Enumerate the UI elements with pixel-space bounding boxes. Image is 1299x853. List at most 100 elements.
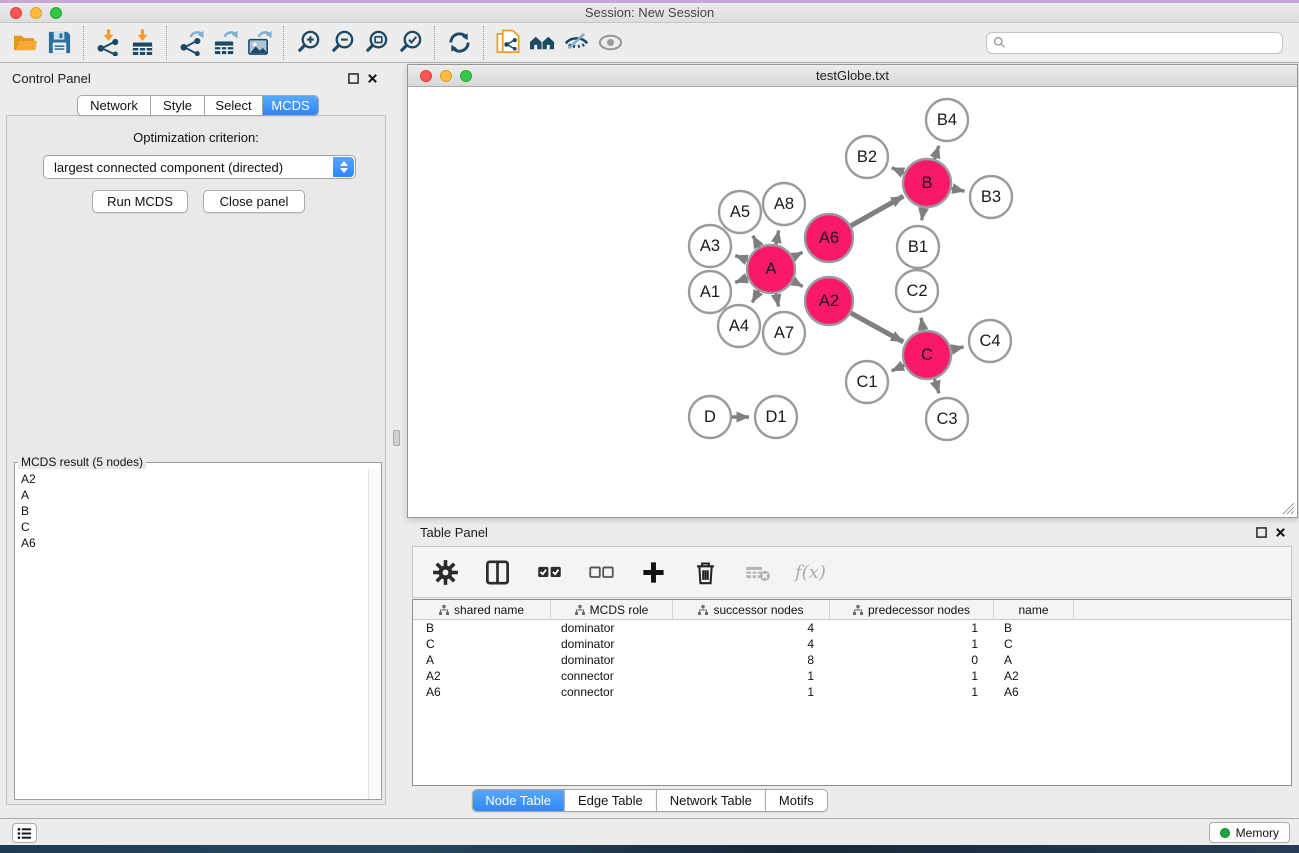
graph-edge-C-C4[interactable] [951, 347, 963, 350]
graph-node-A3[interactable]: A3 [689, 225, 731, 267]
tab-network[interactable]: Network [78, 96, 150, 115]
close-window-button[interactable] [10, 7, 22, 19]
graph-node-A1[interactable]: A1 [689, 271, 731, 313]
export-table-button[interactable] [208, 27, 242, 59]
search-input[interactable] [1006, 36, 1276, 50]
minimize-window-button[interactable] [30, 7, 42, 19]
graph-node-B3[interactable]: B3 [970, 176, 1012, 218]
column-header-name[interactable]: name [994, 600, 1074, 620]
graph-node-C3[interactable]: C3 [926, 398, 968, 440]
network-zoom-button[interactable] [460, 70, 472, 82]
tab-mcds[interactable]: MCDS [262, 96, 318, 115]
panel-divider-grip[interactable] [393, 430, 400, 446]
graph-edge-C-C2[interactable] [921, 318, 923, 331]
memory-button[interactable]: Memory [1209, 822, 1290, 843]
open-session-button[interactable] [8, 27, 42, 59]
table-row[interactable]: Bdominator41B [413, 620, 1291, 636]
graph-edge-B-B1[interactable] [922, 208, 924, 221]
column-header-shared-name[interactable]: shared name [413, 600, 551, 620]
refresh-layout-button[interactable] [442, 27, 476, 59]
graph-node-A8[interactable]: A8 [763, 183, 805, 225]
apply-function-button[interactable]: f(x) [795, 562, 826, 583]
zoom-fit-button[interactable] [359, 27, 393, 59]
table-row[interactable]: A6connector11A6 [413, 684, 1291, 700]
select-all-checks-button[interactable] [535, 556, 563, 588]
column-header-successor-nodes[interactable]: successor nodes [673, 600, 830, 620]
mcds-result-list[interactable]: A2ABCA6 [15, 469, 381, 551]
graph-edge-C-C1[interactable] [892, 365, 905, 371]
new-network-from-selection-button[interactable] [491, 27, 525, 59]
network-close-button[interactable] [420, 70, 432, 82]
graph-edge-B-B3[interactable] [951, 188, 964, 191]
delete-table-button[interactable] [743, 556, 771, 588]
graph-node-A5[interactable]: A5 [719, 191, 761, 233]
tab-motifs[interactable]: Motifs [765, 790, 827, 811]
export-network-button[interactable] [174, 27, 208, 59]
tab-style[interactable]: Style [150, 96, 204, 115]
zoom-out-button[interactable] [325, 27, 359, 59]
graph-edge-A-A7[interactable] [776, 293, 779, 306]
import-table-button[interactable] [125, 27, 159, 59]
search-field[interactable] [986, 32, 1283, 54]
add-column-button[interactable] [639, 556, 667, 588]
graph-node-A4[interactable]: A4 [718, 305, 760, 347]
column-settings-button[interactable] [431, 556, 459, 588]
mcds-result-item[interactable]: A [21, 487, 381, 503]
graph-node-A[interactable]: A [747, 245, 795, 293]
column-header-predecessor-nodes[interactable]: predecessor nodes [830, 600, 994, 620]
graph-edge-A-A3[interactable] [735, 256, 747, 261]
close-panel-button[interactable]: Close panel [203, 190, 305, 213]
graph-node-B1[interactable]: B1 [897, 226, 939, 268]
graph-edge-A2-C[interactable] [851, 313, 903, 342]
graph-node-C[interactable]: C [903, 331, 951, 379]
export-image-button[interactable] [242, 27, 276, 59]
result-scrollbar[interactable] [368, 469, 381, 799]
tab-node-table[interactable]: Node Table [472, 790, 564, 811]
graph-node-C4[interactable]: C4 [969, 320, 1011, 362]
deselect-checks-button[interactable] [587, 556, 615, 588]
split-view-button[interactable] [483, 556, 511, 588]
graph-edge-A-A8[interactable] [776, 230, 779, 244]
zoom-window-button[interactable] [50, 7, 62, 19]
run-mcds-button[interactable]: Run MCDS [92, 190, 188, 213]
toggle-details-button[interactable] [593, 27, 627, 59]
graph-node-A2[interactable]: A2 [805, 277, 853, 325]
resize-grip-icon[interactable] [1282, 502, 1295, 515]
graph-edge-A-A6[interactable] [793, 252, 802, 257]
graph-edge-A6-B[interactable] [851, 196, 904, 226]
graph-node-B2[interactable]: B2 [846, 136, 888, 178]
float-panel-icon[interactable] [348, 73, 359, 84]
graph-edge-A-A5[interactable] [753, 236, 759, 247]
zoom-selected-button[interactable] [393, 27, 427, 59]
column-header-MCDS-role[interactable]: MCDS role [551, 600, 673, 620]
graph-edge-A-A2[interactable] [793, 281, 803, 286]
save-session-button[interactable] [42, 27, 76, 59]
tab-edge-table[interactable]: Edge Table [564, 790, 656, 811]
import-network-button[interactable] [91, 27, 125, 59]
network-window-titlebar[interactable]: testGlobe.txt [408, 65, 1297, 87]
zoom-in-button[interactable] [291, 27, 325, 59]
tab-select[interactable]: Select [204, 96, 262, 115]
mcds-result-item[interactable]: C [21, 519, 381, 535]
mcds-result-item[interactable]: B [21, 503, 381, 519]
network-graph[interactable]: AA1A2A3A4A5A6A7A8BB1B2B3B4CC1C2C3C4DD1 [408, 87, 1297, 517]
float-panel-icon[interactable] [1256, 527, 1267, 538]
graph-node-B4[interactable]: B4 [926, 99, 968, 141]
table-row[interactable]: A2connector11A2 [413, 668, 1291, 684]
criterion-dropdown[interactable]: largest connected component (directed) [43, 155, 356, 179]
graph-edge-B-B2[interactable] [892, 168, 904, 173]
delete-column-button[interactable] [691, 556, 719, 588]
graph-node-C1[interactable]: C1 [846, 361, 888, 403]
table-row[interactable]: Cdominator41C [413, 636, 1291, 652]
graph-node-B[interactable]: B [903, 159, 951, 207]
graph-node-A6[interactable]: A6 [805, 214, 853, 262]
show-hide-graphics-button[interactable] [559, 27, 593, 59]
graph-node-A7[interactable]: A7 [763, 312, 805, 354]
table-row[interactable]: Adominator80A [413, 652, 1291, 668]
graph-edge-A-A4[interactable] [752, 291, 759, 303]
mcds-result-item[interactable]: A2 [21, 471, 381, 487]
show-panels-button[interactable] [12, 823, 37, 843]
table-header-row[interactable]: shared nameMCDS rolesuccessor nodesprede… [413, 600, 1291, 620]
graph-edge-B-B4[interactable] [935, 146, 939, 159]
graph-node-C2[interactable]: C2 [896, 270, 938, 312]
